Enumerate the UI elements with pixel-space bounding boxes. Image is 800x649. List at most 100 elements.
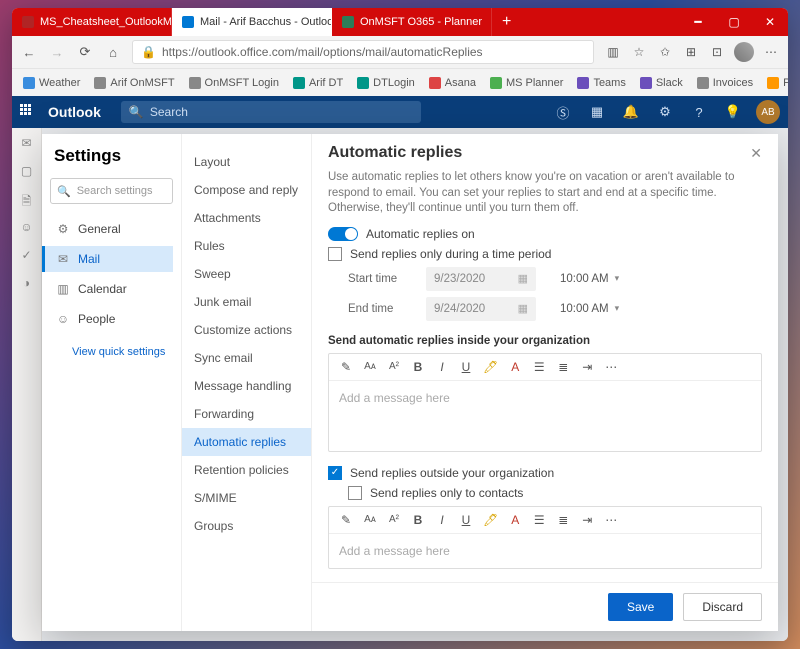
highlight-button[interactable]: 🖊 <box>483 360 498 374</box>
more-apps-icon[interactable]: ◑ <box>19 276 35 292</box>
mail-module-icon[interactable]: ✉ <box>19 136 35 152</box>
more-icon[interactable]: ⋯ <box>762 43 780 61</box>
tracking-icon[interactable]: ▥ <box>604 43 622 61</box>
sub-automatic-replies[interactable]: Automatic replies <box>182 428 311 456</box>
bookmark-onmsft-login[interactable]: OnMSFT Login <box>184 77 284 89</box>
save-button[interactable]: Save <box>608 593 673 621</box>
outside-org-checkbox[interactable]: ✓ <box>328 466 342 480</box>
new-tab-button[interactable]: + <box>492 8 521 36</box>
sub-sync[interactable]: Sync email <box>182 344 311 372</box>
refresh-button[interactable]: ⟳ <box>76 44 94 60</box>
app-launcher-icon[interactable] <box>20 104 36 120</box>
sub-rules[interactable]: Rules <box>182 232 311 260</box>
sub-sweep[interactable]: Sweep <box>182 260 311 288</box>
bookmark-ms-planner[interactable]: MS Planner <box>485 77 568 89</box>
more-format-button[interactable]: ⋯ <box>604 360 618 374</box>
help-icon[interactable]: ? <box>688 105 710 120</box>
files-module-icon[interactable]: 🗎 <box>19 192 35 208</box>
font-size-icon[interactable]: A² <box>387 361 401 372</box>
favorite-icon[interactable]: ☆ <box>630 43 648 61</box>
bold-button[interactable]: B <box>411 360 425 374</box>
sub-groups[interactable]: Groups <box>182 512 311 540</box>
suite-search[interactable]: 🔍 Search <box>121 101 421 123</box>
sub-customize[interactable]: Customize actions <box>182 316 311 344</box>
underline-button[interactable]: U <box>459 360 473 374</box>
indent-button[interactable]: ⇥ <box>580 513 594 527</box>
start-date-picker[interactable]: 9/23/2020 ▦ <box>426 267 536 291</box>
start-time-picker[interactable]: 10:00 AM ▾ <box>560 273 619 285</box>
bookmark-weather[interactable]: Weather <box>18 77 85 89</box>
sub-messagehandling[interactable]: Message handling <box>182 372 311 400</box>
category-general[interactable]: ⚙General <box>50 216 173 242</box>
category-calendar[interactable]: ▥Calendar <box>50 276 173 302</box>
numbered-list-button[interactable]: ≣ <box>556 360 570 374</box>
time-period-checkbox[interactable] <box>328 247 342 261</box>
category-people[interactable]: ☺People <box>50 306 173 332</box>
sub-forwarding[interactable]: Forwarding <box>182 400 311 428</box>
teams-icon[interactable]: ▦ <box>586 104 608 120</box>
more-format-button[interactable]: ⋯ <box>604 513 618 527</box>
notifications-icon[interactable]: 🔔 <box>620 104 642 120</box>
maximize-button[interactable]: ▢ <box>716 8 752 36</box>
calendar-module-icon[interactable]: ▢ <box>19 164 35 180</box>
browser-tab-outlook[interactable]: Mail - Arif Bacchus - Outlook × <box>172 8 332 36</box>
profile-avatar[interactable] <box>734 42 754 62</box>
sub-layout[interactable]: Layout <box>182 148 311 176</box>
diagnostics-icon[interactable]: 💡 <box>722 104 744 120</box>
browser-tab-pdf[interactable]: MS_Cheatsheet_OutlookMailOn… × <box>12 8 172 36</box>
sub-smime[interactable]: S/MIME <box>182 484 311 512</box>
contacts-only-checkbox[interactable] <box>348 486 362 500</box>
italic-button[interactable]: I <box>435 513 449 527</box>
bookmark-slack[interactable]: Slack <box>635 77 688 89</box>
extensions-icon[interactable]: ⊡ <box>708 43 726 61</box>
highlight-button[interactable]: 🖊 <box>483 513 498 527</box>
account-avatar[interactable]: AB <box>756 100 780 124</box>
back-button[interactable]: ← <box>20 45 38 60</box>
sub-attachments[interactable]: Attachments <box>182 204 311 232</box>
indent-button[interactable]: ⇥ <box>580 360 594 374</box>
address-bar[interactable]: 🔒 https://outlook.office.com/mail/option… <box>132 40 594 64</box>
view-quick-settings-link[interactable]: View quick settings <box>72 346 173 358</box>
font-color-button[interactable]: A <box>508 360 522 374</box>
close-panel-button[interactable]: ✕ <box>750 145 762 162</box>
bookmark-asana[interactable]: Asana <box>424 77 481 89</box>
end-time-picker[interactable]: 10:00 AM ▾ <box>560 303 619 315</box>
forward-button[interactable]: → <box>48 45 66 60</box>
bookmark-dtlogin[interactable]: DTLogin <box>352 77 420 89</box>
font-family-icon[interactable]: Aᴀ <box>363 361 377 372</box>
todo-module-icon[interactable]: ✓ <box>19 248 35 264</box>
bulleted-list-button[interactable]: ☰ <box>532 360 546 374</box>
bookmark-arif-dt[interactable]: Arif DT <box>288 77 348 89</box>
sub-retention[interactable]: Retention policies <box>182 456 311 484</box>
font-size-icon[interactable]: A² <box>387 514 401 525</box>
people-module-icon[interactable]: ☺ <box>19 220 35 236</box>
italic-button[interactable]: I <box>435 360 449 374</box>
category-mail[interactable]: ✉Mail <box>42 246 173 272</box>
font-family-icon[interactable]: Aᴀ <box>363 514 377 525</box>
home-button[interactable]: ⌂ <box>104 45 122 60</box>
bookmark-pay[interactable]: Pay <box>762 77 788 89</box>
outside-org-textarea[interactable]: Add a message here <box>329 534 761 568</box>
minimize-button[interactable]: ━ <box>680 8 716 36</box>
end-date-picker[interactable]: 9/24/2020 ▦ <box>426 297 536 321</box>
bookmark-teams[interactable]: Teams <box>572 77 630 89</box>
collections-icon[interactable]: ⊞ <box>682 43 700 61</box>
sub-compose[interactable]: Compose and reply <box>182 176 311 204</box>
bulleted-list-button[interactable]: ☰ <box>532 513 546 527</box>
sub-junk[interactable]: Junk email <box>182 288 311 316</box>
inside-org-textarea[interactable]: Add a message here <box>329 381 761 451</box>
close-window-button[interactable]: ✕ <box>752 8 788 36</box>
settings-search[interactable]: 🔍 Search settings <box>50 178 173 204</box>
skype-icon[interactable]: Ⓢ <box>552 103 574 122</box>
favorites-bar-icon[interactable]: ✩ <box>656 43 674 61</box>
discard-button[interactable]: Discard <box>683 593 762 621</box>
format-painter-icon[interactable]: ✎ <box>339 360 353 374</box>
bold-button[interactable]: B <box>411 513 425 527</box>
bookmark-invoices[interactable]: Invoices <box>692 77 758 89</box>
bookmark-arif-onmsft[interactable]: Arif OnMSFT <box>89 77 179 89</box>
font-color-button[interactable]: A <box>508 513 522 527</box>
gear-icon[interactable]: ⚙ <box>654 104 676 120</box>
browser-tab-planner[interactable]: OnMSFT O365 - Planner × <box>332 8 492 36</box>
format-painter-icon[interactable]: ✎ <box>339 513 353 527</box>
numbered-list-button[interactable]: ≣ <box>556 513 570 527</box>
